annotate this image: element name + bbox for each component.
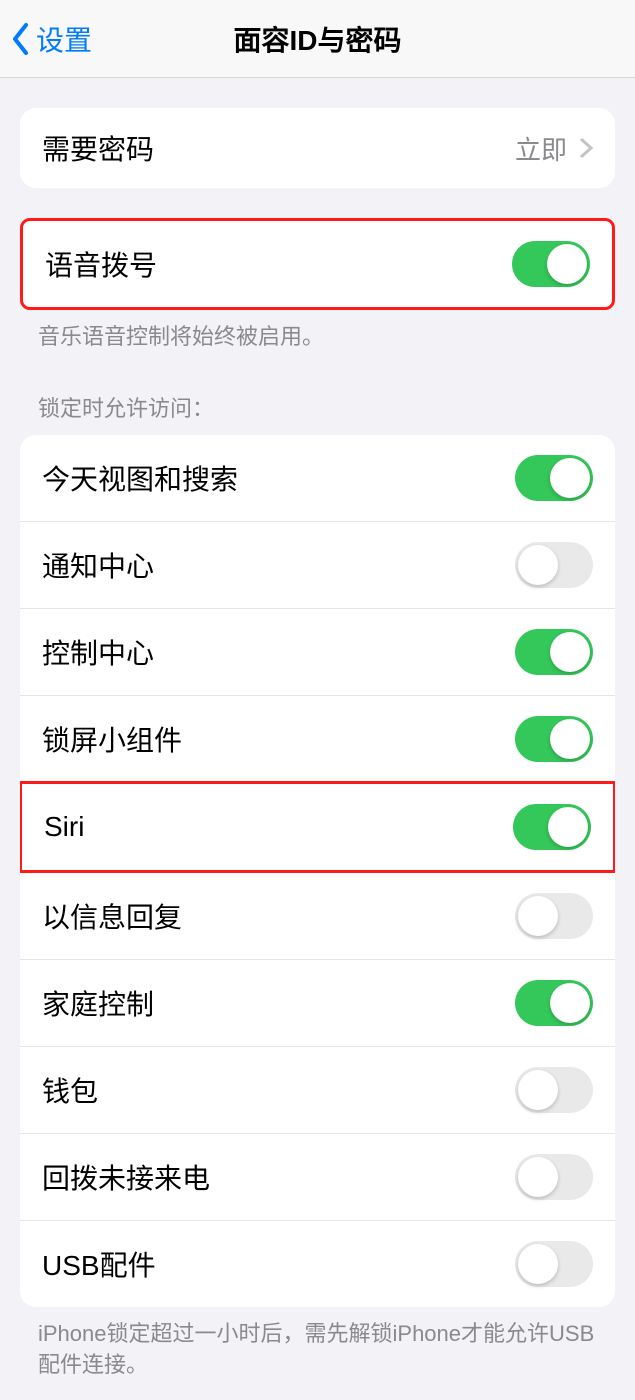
require-passcode-row[interactable]: 需要密码 立即 [20, 108, 615, 188]
lock-item-row[interactable]: 钱包 [20, 1046, 615, 1133]
lock-item-toggle[interactable] [515, 716, 593, 762]
lock-item-toggle[interactable] [515, 629, 593, 675]
lock-item-row[interactable]: 以信息回复 [20, 872, 615, 959]
voice-dial-label: 语音拨号 [45, 244, 157, 284]
usb-footer: iPhone锁定超过一小时后，需先解锁iPhone才能允许USB 配件连接。 [38, 1319, 597, 1381]
toggle-knob [550, 983, 590, 1023]
lock-item-row[interactable]: 控制中心 [20, 608, 615, 695]
toggle-knob [518, 545, 558, 585]
lock-item-toggle[interactable] [515, 893, 593, 939]
lock-item-toggle[interactable] [515, 542, 593, 588]
voice-dial-footer: 音乐语音控制将始终被启用。 [38, 322, 597, 353]
lock-item-row[interactable]: 回拨未接来电 [20, 1133, 615, 1220]
lock-item-label: 回拨未接来电 [42, 1157, 210, 1197]
page-title: 面容ID与密码 [0, 19, 635, 59]
voice-dial-toggle[interactable] [512, 241, 590, 287]
toggle-knob [548, 807, 588, 847]
lock-item-row[interactable]: 锁屏小组件 [20, 695, 615, 782]
toggle-knob [550, 632, 590, 672]
lock-item-label: Siri [44, 811, 84, 843]
toggle-knob [550, 458, 590, 498]
lock-allow-group: 今天视图和搜索通知中心控制中心锁屏小组件 Siri 以信息回复家庭控制钱包回拨未接来… [20, 435, 615, 1307]
lock-item-row[interactable]: 今天视图和搜索 [20, 435, 615, 521]
toggle-knob [547, 244, 587, 284]
lock-item-toggle[interactable] [513, 804, 591, 850]
require-passcode-value: 立即 [515, 130, 593, 167]
toggle-knob [518, 896, 558, 936]
lock-item-label: 控制中心 [42, 632, 154, 672]
require-passcode-label: 需要密码 [42, 128, 154, 168]
lock-item-row[interactable]: 通知中心 [20, 521, 615, 608]
lock-item-toggle[interactable] [515, 1067, 593, 1113]
lock-item-toggle[interactable] [515, 1154, 593, 1200]
require-passcode-value-text: 立即 [515, 130, 567, 167]
lock-item-row[interactable]: 家庭控制 [20, 959, 615, 1046]
chevron-right-icon [579, 137, 593, 159]
lock-item-toggle[interactable] [515, 1241, 593, 1287]
lock-item-label: 锁屏小组件 [42, 719, 182, 759]
lock-item-row[interactable]: Siri [20, 781, 615, 873]
toggle-knob [550, 719, 590, 759]
chevron-left-icon [10, 22, 32, 56]
lock-item-toggle[interactable] [515, 455, 593, 501]
lock-item-row[interactable]: USB配件 [20, 1220, 615, 1307]
lock-item-label: 通知中心 [42, 545, 154, 585]
lock-item-label: 钱包 [42, 1070, 98, 1110]
lock-item-toggle[interactable] [515, 980, 593, 1026]
toggle-knob [518, 1157, 558, 1197]
back-label: 设置 [36, 19, 92, 59]
voice-dial-row[interactable]: 语音拨号 [23, 221, 612, 307]
navigation-bar: 设置 面容ID与密码 [0, 0, 635, 78]
lock-item-label: 家庭控制 [42, 983, 154, 1023]
lock-item-label: 今天视图和搜索 [42, 458, 238, 498]
lock-allow-header: 锁定时允许访问： [38, 391, 597, 423]
lock-item-label: 以信息回复 [42, 896, 182, 936]
toggle-knob [518, 1070, 558, 1110]
lock-item-label: USB配件 [42, 1244, 156, 1284]
require-passcode-group: 需要密码 立即 [20, 108, 615, 188]
voice-dial-group: 语音拨号 [20, 218, 615, 310]
toggle-knob [518, 1244, 558, 1284]
back-button[interactable]: 设置 [0, 19, 92, 59]
